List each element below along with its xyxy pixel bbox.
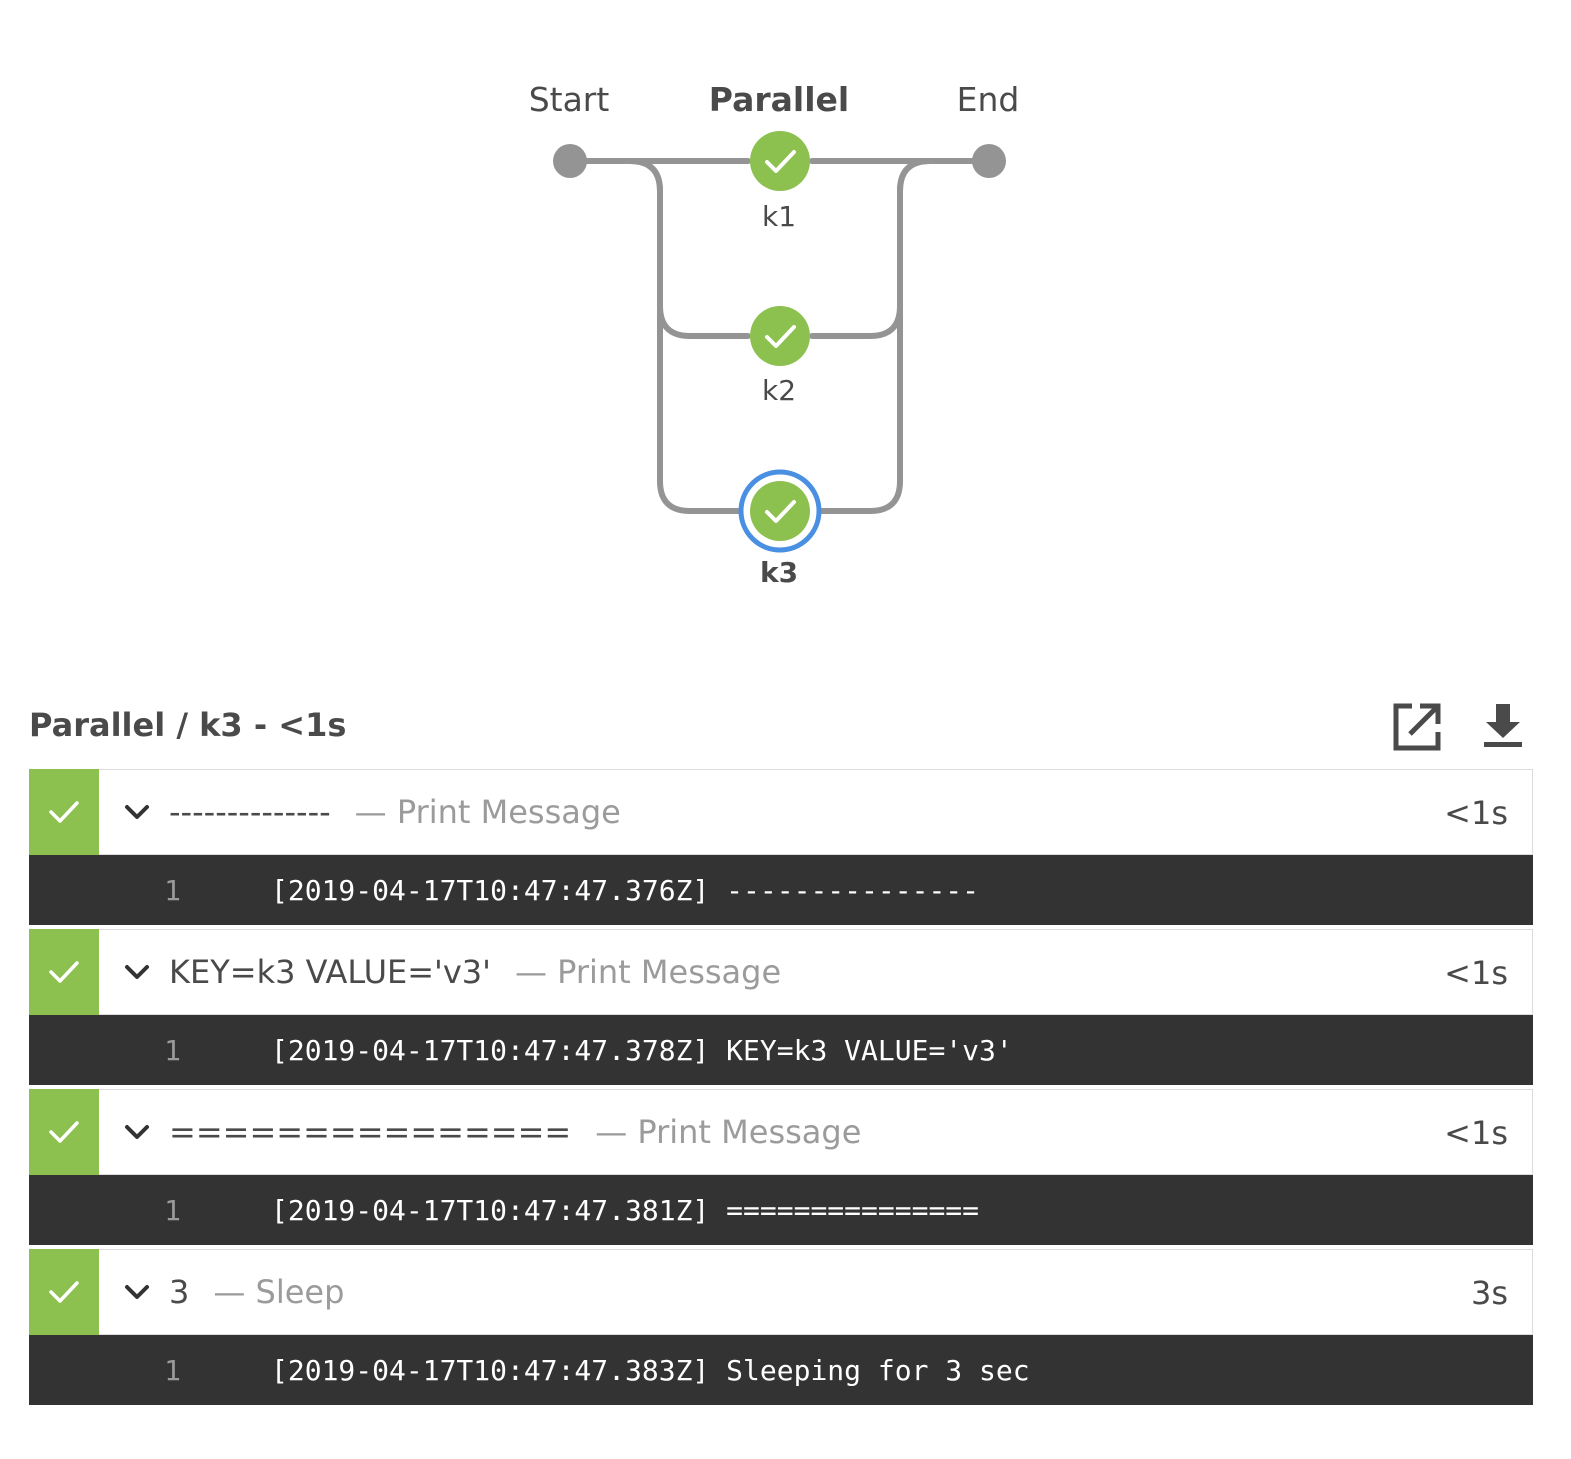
step-description: — Print Message xyxy=(354,793,621,831)
log-line-text: [2019-04-17T10:47:47.376Z] -------------… xyxy=(271,873,980,907)
step-description: — Print Message xyxy=(595,1113,862,1151)
end-label: End xyxy=(956,80,1020,119)
connector-left-k2 xyxy=(627,158,751,339)
parallel-label: Parallel xyxy=(708,80,850,119)
status-success-badge xyxy=(29,1089,99,1175)
log-line-text: [2019-04-17T10:47:47.378Z] KEY=k3 VALUE=… xyxy=(271,1033,1013,1067)
step-row[interactable]: =============== — Print Message <1s xyxy=(29,1089,1533,1175)
step-row[interactable]: -------------- — Print Message <1s xyxy=(29,769,1533,855)
step-title: Parallel / k3 - <1s xyxy=(29,706,347,744)
steps-list: -------------- — Print Message <1s 1 [20… xyxy=(29,769,1533,1409)
status-success-badge xyxy=(29,1249,99,1335)
download-icon[interactable] xyxy=(1476,700,1530,754)
step-description: — Sleep xyxy=(213,1273,345,1311)
step-name: 3 xyxy=(169,1273,190,1311)
pipeline-graph: Start Parallel End k1 k2 k3 xyxy=(0,0,1571,640)
chevron-down-icon[interactable] xyxy=(117,964,157,980)
step-name: KEY=k3 VALUE='v3' xyxy=(169,953,491,991)
log-line-text: [2019-04-17T10:47:47.381Z] =============… xyxy=(271,1193,980,1227)
log-line-number[interactable]: 1 xyxy=(29,874,271,907)
step-duration: 3s xyxy=(1470,1274,1508,1312)
log-line: 1 [2019-04-17T10:47:47.376Z] -----------… xyxy=(29,855,1533,925)
log-line: 1 [2019-04-17T10:47:47.383Z] Sleeping fo… xyxy=(29,1335,1533,1405)
log-line-number[interactable]: 1 xyxy=(29,1034,271,1067)
check-icon xyxy=(49,1281,79,1303)
end-node xyxy=(972,144,1006,178)
stage-label-k3[interactable]: k3 xyxy=(760,556,798,589)
log-line: 1 [2019-04-17T10:47:47.381Z] ===========… xyxy=(29,1175,1533,1245)
log-line-text: [2019-04-17T10:47:47.383Z] Sleeping for … xyxy=(271,1353,1030,1387)
stage-node-k3[interactable] xyxy=(738,469,822,553)
stage-node-k2[interactable] xyxy=(750,306,810,366)
check-icon xyxy=(49,961,79,983)
check-icon xyxy=(49,1121,79,1143)
chevron-down-icon[interactable] xyxy=(117,1284,157,1300)
open-external-icon[interactable] xyxy=(1390,700,1444,754)
log-line-number[interactable]: 1 xyxy=(29,1194,271,1227)
step-name: =============== xyxy=(169,1113,572,1151)
step-duration: <1s xyxy=(1444,1114,1508,1152)
start-label: Start xyxy=(528,80,610,119)
log-line-number[interactable]: 1 xyxy=(29,1354,271,1387)
status-success-badge xyxy=(29,769,99,855)
step-row[interactable]: 3 — Sleep 3s xyxy=(29,1249,1533,1335)
stage-label-k2[interactable]: k2 xyxy=(762,374,796,407)
step-name: -------------- xyxy=(169,793,331,831)
step-duration: <1s xyxy=(1444,794,1508,832)
stage-label-k1[interactable]: k1 xyxy=(762,200,796,233)
stage-node-k1[interactable] xyxy=(750,131,810,191)
log-line: 1 [2019-04-17T10:47:47.378Z] KEY=k3 VALU… xyxy=(29,1015,1533,1085)
step-duration: <1s xyxy=(1444,954,1508,992)
connector-right-k2 xyxy=(809,158,933,339)
step-description: — Print Message xyxy=(514,953,782,991)
step-row[interactable]: KEY=k3 VALUE='v3' — Print Message <1s xyxy=(29,929,1533,1015)
start-node xyxy=(553,144,587,178)
chevron-down-icon[interactable] xyxy=(117,804,157,820)
check-icon xyxy=(49,801,79,823)
status-success-badge xyxy=(29,929,99,1015)
chevron-down-icon[interactable] xyxy=(117,1124,157,1140)
